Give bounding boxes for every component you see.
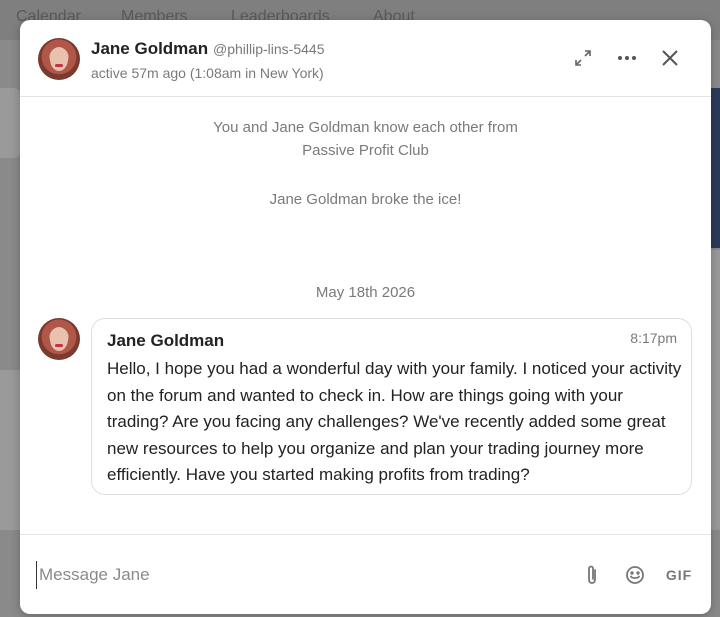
close-icon <box>662 50 678 66</box>
system-message: You and Jane Goldman know each other fro… <box>213 119 518 136</box>
emoji-button[interactable] <box>623 563 647 587</box>
system-message: Jane Goldman broke the ice! <box>269 191 462 208</box>
background-panel <box>0 88 20 158</box>
message-author[interactable]: Jane Goldman <box>107 331 224 351</box>
gif-button[interactable]: GIF <box>664 563 694 587</box>
expand-button[interactable] <box>571 46 595 70</box>
contact-handle: @phillip-lins-5445 <box>213 41 325 57</box>
avatar-mouth <box>55 64 63 67</box>
avatar-mouth <box>55 344 63 347</box>
message-avatar[interactable] <box>38 318 80 360</box>
group-name: Passive Profit Club <box>302 142 429 159</box>
message-text: Hello, I hope you had a wonderful day wi… <box>107 359 682 484</box>
avatar[interactable] <box>38 38 80 80</box>
message-composer: GIF <box>20 534 711 614</box>
message-time: 8:17pm <box>630 330 677 346</box>
avatar-face <box>50 47 68 71</box>
avatar-face <box>50 327 68 351</box>
message-input[interactable] <box>36 561 556 589</box>
more-button[interactable] <box>615 46 639 70</box>
attach-button[interactable] <box>580 563 604 587</box>
chat-modal: Jane Goldman @phillip-lins-5445 active 5… <box>20 20 711 614</box>
contact-name[interactable]: Jane Goldman <box>91 39 208 59</box>
date-separator: May 18th 2026 <box>315 284 416 301</box>
paperclip-icon <box>588 565 596 584</box>
contact-status: active 57m ago (1:08am in New York) <box>91 65 324 81</box>
more-icon <box>618 56 636 60</box>
emoji-icon <box>626 566 644 584</box>
close-button[interactable] <box>658 46 682 70</box>
background-panel <box>0 370 20 530</box>
chat-header: Jane Goldman @phillip-lins-5445 active 5… <box>20 20 711 97</box>
message-bubble: Jane Goldman 8:17pm Hello, I hope you ha… <box>91 318 692 495</box>
expand-icon <box>575 50 591 66</box>
background-panel <box>710 250 720 530</box>
background-panel <box>710 88 720 248</box>
